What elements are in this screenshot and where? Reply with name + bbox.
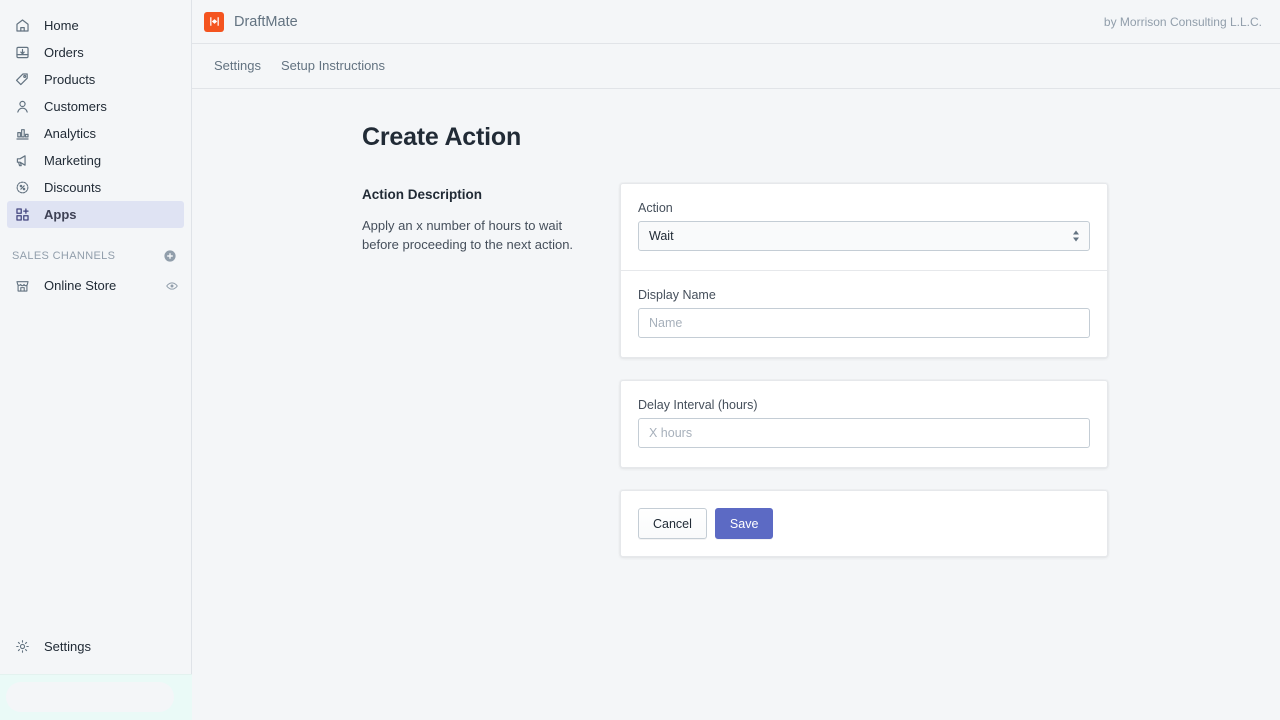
tab-settings[interactable]: Settings: [204, 44, 271, 88]
form-actions-row: Cancel Save: [621, 491, 1107, 556]
action-select-wrapper: Wait: [638, 221, 1090, 251]
products-tag-icon: [12, 70, 32, 90]
orders-icon: [12, 43, 32, 63]
display-name-input[interactable]: [638, 308, 1090, 338]
page-title: Create Action: [362, 123, 522, 151]
action-description-heading: Action Description: [362, 187, 483, 202]
action-description-body: Apply an x number of hours to wait befor…: [362, 218, 574, 253]
sidebar-item-apps[interactable]: Apps: [7, 201, 184, 228]
sidebar-item-label: Orders: [44, 45, 84, 60]
action-field-section: Action Wait: [621, 184, 1107, 270]
marketing-megaphone-icon: [12, 151, 32, 171]
sales-channels-header: SALES CHANNELS: [12, 246, 177, 266]
discounts-percent-badge-icon: [12, 178, 32, 198]
sidebar-footer: Settings: [0, 633, 192, 720]
sidebar-item-discounts[interactable]: Discounts: [7, 174, 184, 201]
delay-interval-label: Delay Interval (hours): [638, 398, 758, 412]
sidebar: Home Orders Products Customers Analytics…: [0, 0, 192, 720]
action-card: Action Wait Display Name: [620, 183, 1108, 358]
form-column: Action Wait Display Name Name Delay Inte…: [620, 183, 1108, 579]
draftmate-logo-icon: [204, 11, 224, 32]
action-label: Action: [638, 201, 673, 215]
app-brand: DraftMate: [204, 11, 298, 32]
select-chevrons-icon: [1073, 230, 1079, 242]
app-topbar: DraftMate by Morrison Consulting L.L.C.: [192, 0, 1280, 44]
sidebar-item-analytics[interactable]: Analytics: [7, 120, 184, 147]
sidebar-item-label: Online Store: [44, 278, 117, 293]
sidebar-item-label: Apps: [44, 207, 77, 222]
sidebar-item-settings[interactable]: Settings: [7, 633, 185, 660]
apps-grid-plus-icon: [12, 205, 32, 225]
online-store-icon: [12, 276, 32, 296]
page-content: Create Action Action Description Apply a…: [192, 89, 1280, 720]
customers-person-icon: [12, 97, 32, 117]
gear-icon: [12, 637, 32, 657]
sidebar-item-label: Home: [44, 18, 79, 33]
circle-plus-icon[interactable]: [163, 249, 177, 263]
sidebar-item-label: Settings: [44, 639, 91, 654]
delay-interval-input[interactable]: [638, 418, 1090, 448]
cancel-button[interactable]: Cancel: [638, 508, 707, 539]
sidebar-item-label: Marketing: [44, 153, 102, 168]
store-user-strip[interactable]: [0, 674, 192, 720]
sidebar-nav: Home Orders Products Customers Analytics…: [0, 0, 191, 228]
action-select[interactable]: Wait: [638, 221, 1090, 251]
sidebar-item-marketing[interactable]: Marketing: [7, 147, 184, 174]
eye-icon[interactable]: [165, 279, 179, 293]
analytics-bar-chart-icon: [12, 124, 32, 144]
delay-interval-card: Delay Interval (hours): [620, 380, 1108, 468]
home-icon: [12, 16, 32, 36]
display-name-label: Display Name: [638, 288, 716, 302]
app-byline: by Morrison Consulting L.L.C.: [1103, 14, 1262, 29]
sidebar-item-label: Customers: [44, 99, 107, 114]
delay-interval-section: Delay Interval (hours): [621, 381, 1107, 467]
main-area: DraftMate by Morrison Consulting L.L.C. …: [192, 0, 1280, 720]
sidebar-item-orders[interactable]: Orders: [7, 39, 184, 66]
sidebar-item-products[interactable]: Products: [7, 66, 184, 93]
tab-bar: Settings Setup Instructions: [192, 44, 1280, 89]
app-root: Home Orders Products Customers Analytics…: [0, 0, 1280, 720]
action-description-column: Action Description Apply an x number of …: [362, 183, 620, 579]
sidebar-item-label: Products: [44, 72, 96, 87]
sidebar-item-online-store[interactable]: Online Store: [7, 272, 184, 299]
sidebar-item-label: Analytics: [44, 126, 97, 141]
sidebar-item-home[interactable]: Home: [7, 12, 184, 39]
sidebar-item-label: Discounts: [44, 180, 102, 195]
store-user-pill[interactable]: [6, 682, 174, 712]
app-name: DraftMate: [234, 13, 298, 30]
sales-channels-label: SALES CHANNELS: [12, 250, 116, 262]
form-layout: Action Description Apply an x number of …: [362, 183, 1280, 579]
tab-setup-instructions[interactable]: Setup Instructions: [271, 44, 395, 88]
save-button[interactable]: Save: [714, 508, 774, 539]
sidebar-item-customers[interactable]: Customers: [7, 93, 184, 120]
display-name-section: Display Name: [621, 271, 1107, 357]
form-actions-card: Cancel Save: [620, 490, 1108, 557]
